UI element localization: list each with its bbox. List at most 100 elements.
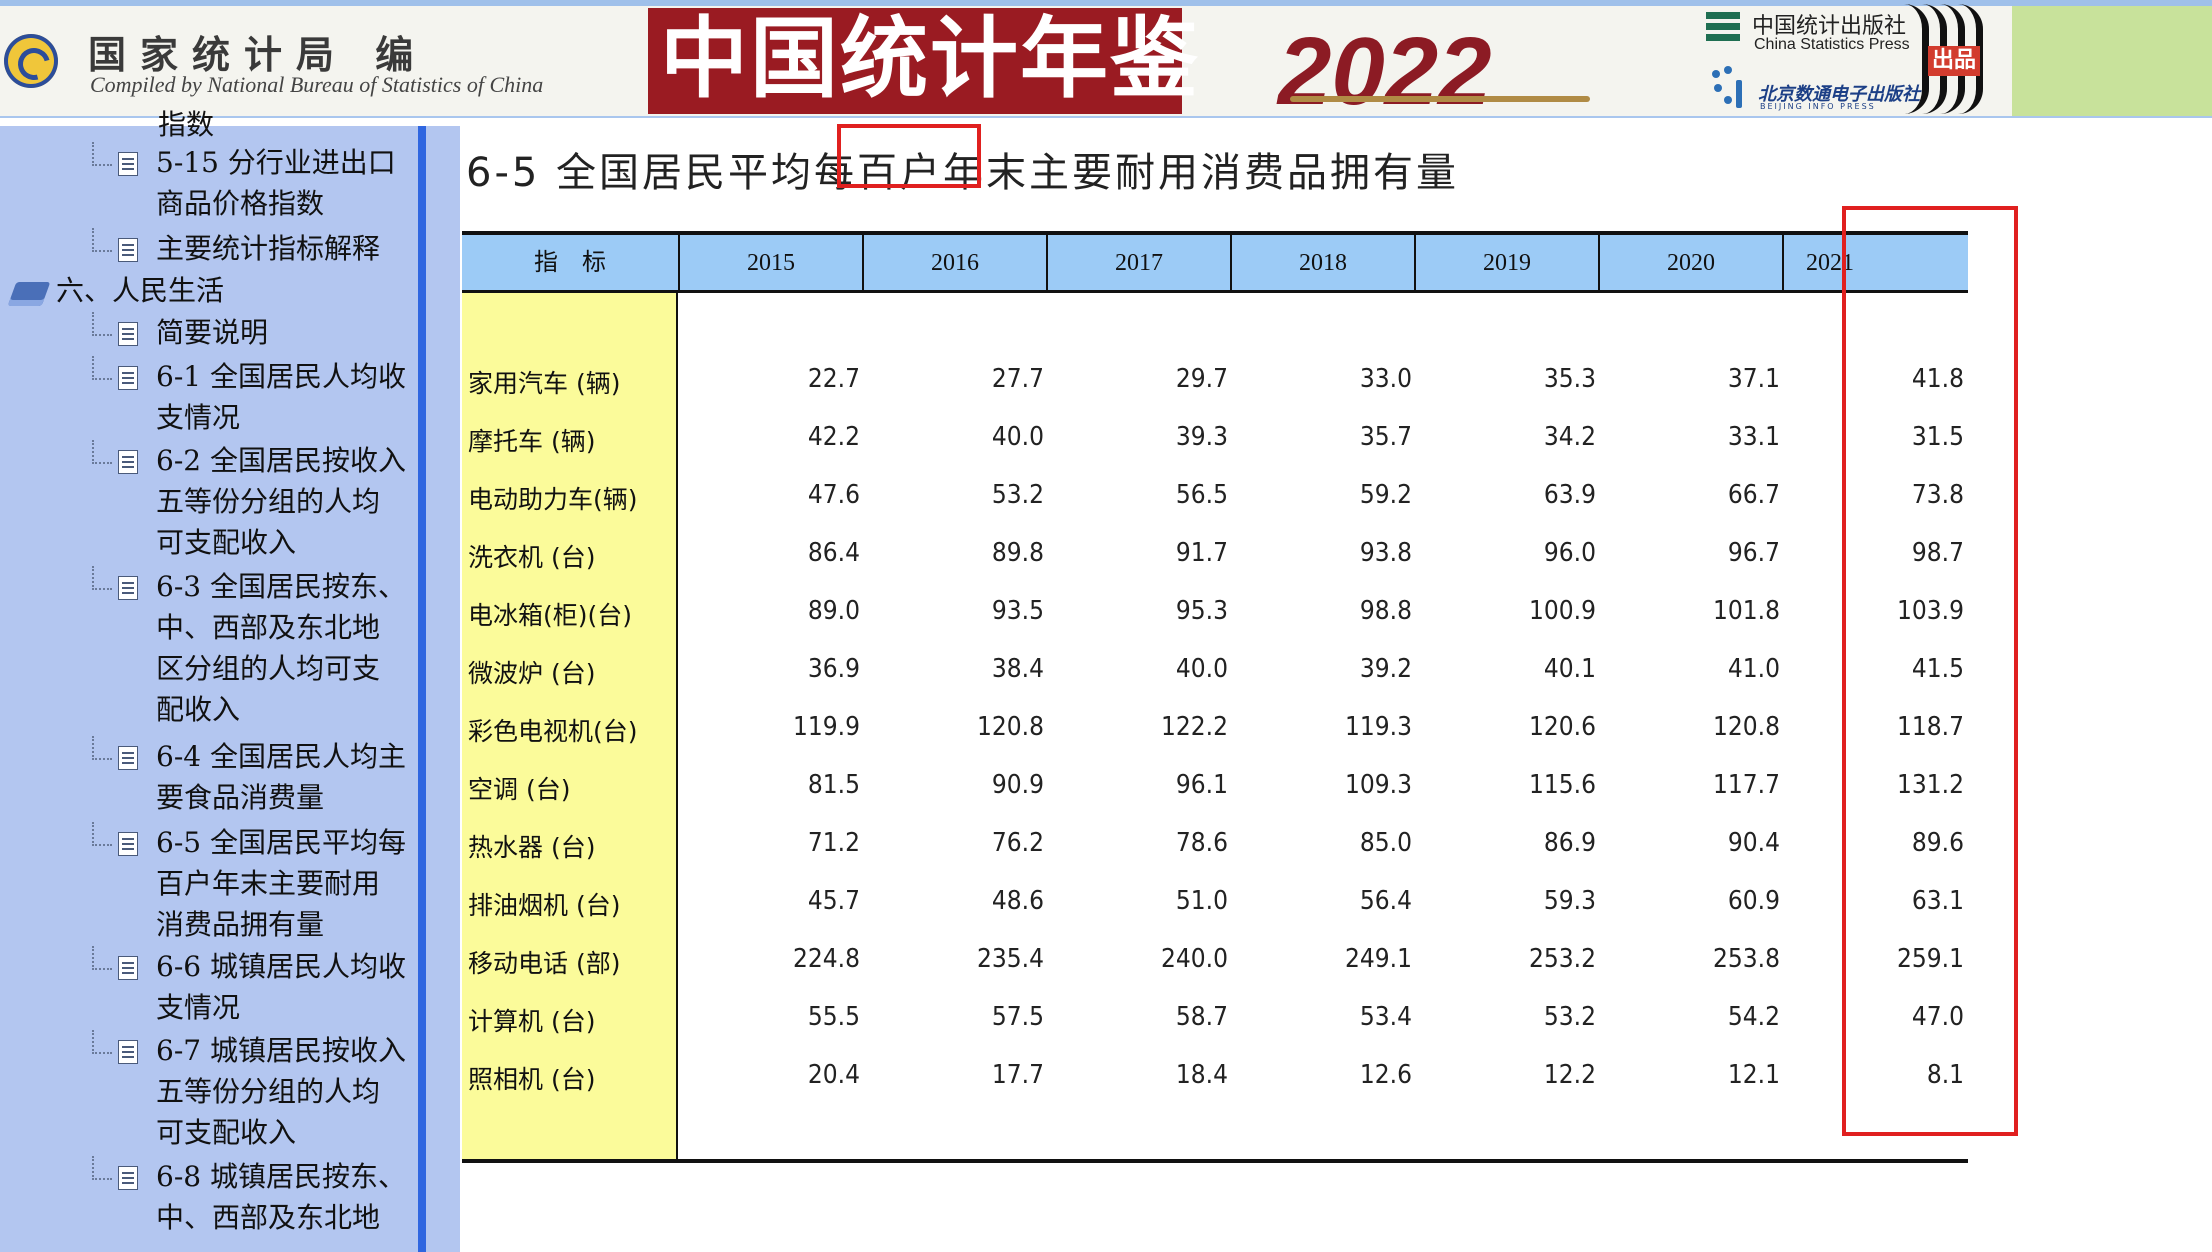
table-cell: 98.8 [1359, 596, 1412, 626]
row-label: 移动电话 (部) [468, 949, 621, 978]
table-cell: 35.3 [1543, 364, 1596, 394]
table-cell: 35.7 [1359, 422, 1412, 452]
table-cell: 56.5 [1175, 480, 1228, 510]
table-cell: 40.0 [991, 422, 1044, 452]
table-cell: 85.0 [1359, 828, 1412, 858]
table-cell: 63.9 [1543, 480, 1596, 510]
table-cell: 55.5 [807, 1002, 860, 1032]
table-cell: 90.4 [1727, 828, 1780, 858]
table-cell: 33.0 [1359, 364, 1412, 394]
sidebar-scroll-border[interactable] [418, 126, 426, 1252]
table-cell: 20.4 [807, 1060, 860, 1090]
sidebar-item[interactable]: 6-4 全国居民人均主 要食品消费量 [156, 736, 414, 818]
nbs-logo-icon [4, 34, 58, 88]
table-cell: 34.2 [1543, 422, 1596, 452]
table-cell: 89.8 [991, 538, 1044, 568]
tree-connector [92, 946, 112, 970]
sidebar-item[interactable]: 主要统计指标解释 [156, 228, 414, 269]
year-swoosh-decoration [1290, 96, 1590, 102]
table-cell: 101.8 [1713, 596, 1780, 626]
table-cell: 96.7 [1727, 538, 1780, 568]
table-cell: 58.7 [1175, 1002, 1228, 1032]
table-cell: 240.0 [1161, 944, 1228, 974]
header-year: 2018 [1230, 235, 1414, 291]
sidebar-item[interactable]: 6-2 全国居民按收入 五等份分组的人均 可支配收入 [156, 440, 414, 563]
table-cell: 17.7 [991, 1060, 1044, 1090]
beijing-press-en: BEIJING INFO PRESS [1760, 102, 1876, 111]
sidebar-item-line: 6-2 全国居民按收入 [156, 444, 406, 477]
table-header: 指 标 2015 2016 2017 2018 2019 2020 2021 [462, 231, 1968, 293]
sidebar-item-line: 五等份分组的人均 [156, 485, 381, 518]
table-cell: 36.9 [807, 654, 860, 684]
table-cell: 235.4 [977, 944, 1044, 974]
table-cell: 48.6 [991, 886, 1044, 916]
row-label: 照相机 (台) [468, 1065, 596, 1094]
document-icon [118, 1166, 138, 1190]
sidebar-item-line: 消费品拥有量 [156, 908, 325, 941]
sidebar-item-line: 五等份分组的人均 [156, 1075, 381, 1108]
sidebar-item-line: 6-3 全国居民按东、 [156, 570, 406, 603]
banner-green-end [2012, 6, 2212, 116]
tree-connector [92, 1156, 112, 1180]
table-cell: 91.7 [1175, 538, 1228, 568]
sidebar-item[interactable]: 简要说明 [156, 312, 414, 353]
sidebar-item-line: 6-6 城镇居民人均收 [156, 950, 406, 983]
table-cell: 100.9 [1529, 596, 1596, 626]
table-cell: 78.6 [1175, 828, 1228, 858]
row-label: 彩色电视机(台) [468, 717, 638, 746]
table-cell: 86.9 [1543, 828, 1596, 858]
table-cell: 51.0 [1175, 886, 1228, 916]
sidebar-item[interactable]: 6-5 全国居民平均每 百户年末主要耐用 消费品拥有量 [156, 822, 414, 945]
row-label: 电冰箱(柜)(台) [468, 601, 633, 630]
document-icon [118, 576, 138, 600]
sidebar-item-line: 区分组的人均可支 [156, 652, 381, 685]
sidebar-item-line: 要食品消费量 [156, 781, 325, 814]
sidebar-item-line: 6-5 全国居民平均每 [156, 826, 406, 859]
tree-connector [92, 312, 112, 336]
table-cell: 122.2 [1161, 712, 1228, 742]
document-icon [118, 450, 138, 474]
sidebar-item-line: 配收入 [156, 693, 241, 726]
table-cell: 53.2 [1543, 1002, 1596, 1032]
table-cell: 109.3 [1345, 770, 1412, 800]
table-cell: 93.8 [1359, 538, 1412, 568]
table-cell: 115.6 [1529, 770, 1596, 800]
table-cell: 40.1 [1543, 654, 1596, 684]
table-cell: 45.7 [807, 886, 860, 916]
document-icon [118, 956, 138, 980]
sidebar-item[interactable]: 6-1 全国居民人均收 支情况 [156, 356, 414, 438]
table-bottom-rule [462, 1159, 1968, 1163]
sidebar-item[interactable]: 6-8 城镇居民按东、 中、西部及东北地 [156, 1156, 414, 1238]
tree-connector [92, 142, 112, 166]
table-cell: 90.9 [991, 770, 1044, 800]
title-highlight-box [837, 124, 981, 188]
table-cell: 40.0 [1175, 654, 1228, 684]
table-cell: 81.5 [807, 770, 860, 800]
table-cell: 29.7 [1175, 364, 1228, 394]
header-year: 2016 [862, 235, 1046, 291]
row-label: 微波炉 (台) [468, 659, 596, 688]
header-year: 2017 [1046, 235, 1230, 291]
table-cell: 60.9 [1727, 886, 1780, 916]
table-cell: 120.8 [977, 712, 1044, 742]
sidebar-item[interactable]: 6-3 全国居民按东、 中、西部及东北地 区分组的人均可支 配收入 [156, 566, 414, 730]
publish-badge: 出品 [1928, 46, 1980, 76]
document-icon [118, 152, 138, 176]
row-label: 家用汽车 (辆) [468, 369, 621, 398]
sidebar-partial-item[interactable]: 指数 [158, 104, 214, 145]
sidebar-item-line: 六、人民生活 [56, 274, 225, 307]
document-icon [118, 746, 138, 770]
table-cell: 249.1 [1345, 944, 1412, 974]
table-cell: 56.4 [1359, 886, 1412, 916]
row-label: 摩托车 (辆) [468, 427, 596, 456]
table-cell: 53.4 [1359, 1002, 1412, 1032]
row-label: 排油烟机 (台) [468, 891, 621, 920]
table-cell: 119.9 [793, 712, 860, 742]
sidebar-item[interactable]: 5-15 分行业进出口 商品价格指数 [156, 142, 414, 224]
sidebar-item[interactable]: 6-6 城镇居民人均收 支情况 [156, 946, 414, 1028]
table-cell: 96.0 [1543, 538, 1596, 568]
sidebar-item-line: 可支配收入 [156, 526, 297, 559]
sidebar-item[interactable]: 6-7 城镇居民按收入 五等份分组的人均 可支配收入 [156, 1030, 414, 1153]
sidebar-item[interactable]: 六、人民生活 [56, 270, 314, 311]
table-cell: 66.7 [1727, 480, 1780, 510]
